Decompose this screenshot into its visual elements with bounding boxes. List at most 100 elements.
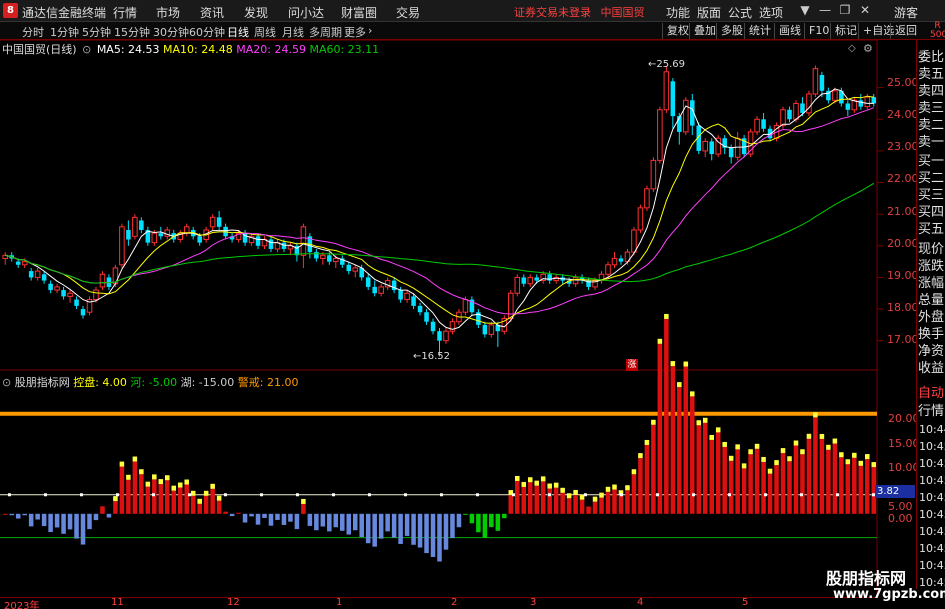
indicator-bar-cap: [197, 498, 202, 504]
indicator-bar-cap: [715, 427, 721, 433]
watermark-title: 股朋指标网: [826, 569, 907, 588]
jingjie-label: 警戒: 21.00: [237, 376, 299, 389]
indicator-bar: [553, 487, 559, 514]
indicator-bar: [106, 513, 112, 518]
indicator-bar: [35, 513, 40, 520]
indicator-bar-cap: [540, 476, 546, 482]
candle-body: [314, 252, 319, 259]
indicator-bar: [411, 513, 416, 545]
indicator-bar: [618, 495, 624, 514]
indicator-bar-cap: [605, 486, 611, 492]
diamond-icon[interactable]: ◇: [848, 43, 856, 54]
indicator-bar-cap: [683, 361, 689, 367]
kongpan-dot: [656, 493, 659, 497]
time-tick: 10:45: [919, 440, 945, 453]
indicator-bar-cap: [793, 440, 799, 446]
indicator-bar: [502, 513, 507, 519]
indicator-bar: [573, 494, 578, 514]
kongpan-dot: [368, 493, 371, 497]
candle-body: [437, 331, 442, 341]
indicator-bar-cap: [670, 361, 676, 367]
price-tick: 18.00: [887, 301, 919, 314]
candle-body: [268, 239, 274, 249]
kongpan-dot: [620, 493, 623, 497]
kongpan-dot: [764, 493, 767, 497]
kongpan-dot: [296, 493, 299, 497]
kongpan-dot: [836, 493, 839, 497]
indicator-bar: [534, 485, 539, 514]
indicator-bar-cap: [534, 480, 539, 486]
indicator-bar: [171, 490, 177, 514]
candle-body: [650, 159, 657, 190]
candle-body: [197, 236, 202, 243]
indicator-toggle-icon[interactable]: ⊙: [2, 376, 11, 389]
kongpan-dot: [152, 493, 155, 497]
candle-body: [320, 254, 326, 259]
side-market[interactable]: 行情: [918, 400, 944, 419]
candle-body: [378, 286, 384, 294]
indicator-bar: [197, 503, 202, 514]
candle-body: [702, 140, 709, 152]
indicator-bar: [761, 461, 766, 514]
indicator-bar: [521, 486, 527, 514]
indicator-bar: [754, 448, 760, 514]
indicator-bar-cap: [145, 481, 151, 487]
candle-body: [93, 289, 99, 301]
indicator-bar-cap: [741, 463, 747, 469]
indicator-bar: [826, 449, 831, 514]
indicator-bar: [177, 487, 183, 514]
indicator-bar: [307, 513, 313, 526]
candle-body: [74, 299, 79, 306]
candle-body: [845, 103, 851, 110]
candle-body: [80, 309, 86, 316]
indicator-bar: [852, 457, 857, 514]
candle-body: [404, 292, 410, 301]
legend-toggle-icon[interactable]: ⊙: [82, 43, 91, 56]
indicator-bar: [664, 318, 669, 514]
indicator-bar: [275, 513, 280, 520]
indicator-bar-cap: [722, 441, 727, 447]
indicator-bar: [540, 481, 546, 514]
kongpan-dot: [116, 493, 119, 497]
side-auto[interactable]: 自动: [918, 382, 944, 401]
indicator-bar-cap: [780, 448, 786, 454]
indicator-bar-cap: [158, 479, 164, 485]
candle-body: [352, 267, 359, 272]
candle-body: [443, 330, 449, 342]
candle-body: [41, 274, 47, 281]
side-sell1[interactable]: 卖一: [918, 131, 944, 150]
ma10-label: MA10: 24.48: [163, 43, 233, 56]
candle-body: [346, 264, 352, 272]
candle-body: [327, 255, 332, 262]
kongpan-dot: [800, 493, 803, 497]
indicator-bar: [605, 491, 611, 514]
indicator-bar: [262, 513, 267, 518]
stock-chart[interactable]: [0, 0, 945, 609]
indicator-bar-cap: [657, 338, 663, 344]
time-tick: 10:45: [919, 474, 945, 487]
indicator-bar: [314, 513, 319, 531]
candle-body: [151, 232, 158, 244]
indicator-bar: [748, 454, 753, 514]
side-earnings[interactable]: 收益: [918, 357, 944, 376]
candle-body: [832, 90, 838, 101]
indicator-bar-cap: [190, 490, 196, 496]
indicator-bar: [670, 366, 676, 514]
indicator-bar: [119, 466, 125, 514]
price-tick: 20.00: [887, 237, 919, 250]
indicator-bar-cap: [735, 444, 740, 450]
indicator-bar: [696, 425, 702, 514]
indicator-bar: [113, 501, 118, 514]
indicator-bar-cap: [754, 443, 760, 449]
side-buy5[interactable]: 买五: [918, 218, 944, 237]
indicator-bar: [437, 513, 442, 562]
indicator-bar: [249, 513, 254, 517]
indicator-bar: [469, 513, 475, 524]
indicator-bar: [54, 513, 60, 528]
indicator-bar: [430, 513, 436, 557]
indicator-bar: [398, 513, 403, 544]
hu-label: 湖: -15.00: [180, 376, 235, 389]
candle-body: [683, 99, 689, 133]
indicator-bar: [793, 445, 799, 514]
settings-icon[interactable]: ⚙: [863, 42, 873, 55]
